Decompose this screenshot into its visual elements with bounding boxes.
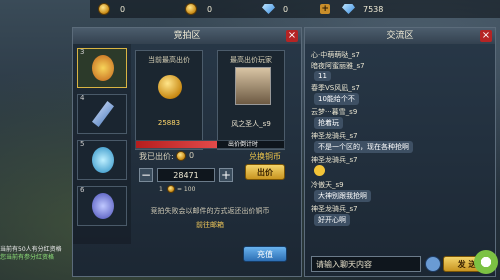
highest-player-name: 风之圣人_s9: [231, 120, 271, 128]
coin-counter-2: 0: [185, 3, 212, 15]
go-to-mailbox-link[interactable]: 前往邮箱: [135, 220, 285, 230]
app-logo: [470, 246, 500, 280]
chat-bubble: 好开心啊: [314, 214, 350, 226]
chat-bubble: 不是一个区的，现在各种抢啊: [314, 141, 413, 153]
coin-icon: [167, 185, 175, 193]
chat-sender: 心·中萌萌哒_s7: [311, 51, 360, 59]
my-bid-label: 我已出价:: [139, 152, 174, 161]
exchange-copper-link[interactable]: 兑换铜币: [249, 151, 281, 162]
axe-item-icon: [92, 101, 114, 127]
chat-sender: 神圣龙骑兵_s7: [311, 132, 358, 140]
coin-icon: [158, 75, 182, 99]
coin-value-2: 0: [207, 4, 213, 14]
my-bid-value: 0: [189, 151, 195, 160]
crystal-item-icon: [92, 147, 114, 173]
chat-sender: 暗夜阿蜜丽雅_s7: [311, 62, 365, 70]
highest-player-card: 最高出价玩家 风之圣人_s9: [217, 50, 285, 150]
decrease-button[interactable]: −: [139, 168, 153, 182]
gem-value-1: 0: [283, 4, 289, 14]
close-auction-button[interactable]: ×: [286, 30, 298, 42]
gem-counter-2: 7538: [342, 3, 383, 15]
highest-player-label: 最高出价玩家: [230, 56, 272, 64]
countdown-fill: [136, 141, 218, 148]
chat-message-list[interactable]: 心·中萌萌哒_s7 暗夜阿蜜丽雅_s7 11 春季VS风凪_s7 10能给个不 …: [311, 48, 489, 253]
bid-button[interactable]: 出价: [245, 164, 285, 180]
orb-item-icon: [92, 55, 114, 81]
chat-bubble: 11: [314, 71, 331, 81]
chat-title: 交流区: [305, 28, 495, 44]
dividend-notice: 当前有50人有分红资格 您当前有参分红资格: [0, 246, 70, 262]
item-slot-6[interactable]: 6: [77, 186, 127, 226]
item-slot-4[interactable]: 4: [77, 94, 127, 134]
slot-number: 6: [80, 186, 85, 194]
slot-number: 3: [80, 48, 85, 56]
resource-bar: 0 0 0 + 7538: [90, 0, 500, 18]
rate-value: = 100: [177, 186, 196, 193]
countdown-bar: 出价倒计时: [135, 140, 285, 149]
coin-value-1: 0: [120, 4, 126, 14]
item-list[interactable]: 3 4 5 6: [73, 44, 131, 244]
slot-number: 4: [80, 94, 85, 102]
chat-sender: 神圣龙骑兵_s7: [311, 205, 358, 213]
highest-bid-card: 当前最高出价 25883: [135, 50, 203, 150]
chat-bubble: 抢着玩: [314, 117, 343, 129]
chat-panel: 交流区 × 心·中萌萌哒_s7 暗夜阿蜜丽雅_s7 11 春季VS风凪_s7 1…: [304, 27, 496, 277]
chat-bubble: 大神别跟我抢啊: [314, 190, 371, 202]
add-gem-button[interactable]: +: [320, 4, 331, 14]
diamond-icon: [342, 4, 355, 14]
coin-icon: [176, 151, 186, 161]
mail-info-text: 竞拍失败会以邮件的方式返还出价铜币: [150, 207, 270, 215]
increase-button[interactable]: +: [219, 168, 233, 182]
gem-value-2: 7538: [363, 4, 384, 14]
gem-icon: [262, 4, 275, 14]
chat-input[interactable]: 请输入聊天内容: [311, 256, 421, 272]
highest-bid-value: 25883: [157, 119, 181, 127]
chat-sender: 冷傲天_s9: [311, 181, 344, 189]
coin-icon: [185, 3, 197, 15]
item-slot-3[interactable]: 3: [77, 48, 127, 88]
countdown-text: 出价倒计时: [228, 141, 259, 148]
rate-amount: 1: [159, 186, 163, 193]
chat-bubble: 10能给个不: [314, 93, 359, 105]
recharge-button[interactable]: 充值: [243, 246, 287, 262]
highest-bid-label: 当前最高出价: [148, 56, 190, 64]
dividend-line-2: 您当前有参分红资格: [0, 254, 55, 261]
emoji-button[interactable]: [425, 256, 441, 272]
coin-counter-1: 0: [98, 3, 125, 15]
emoji-icon: [314, 165, 325, 176]
slot-number: 5: [80, 140, 85, 148]
chat-sender: 神圣龙骑兵_s7: [311, 156, 358, 164]
logo-icon: [474, 250, 498, 274]
player-avatar: [235, 67, 271, 105]
gem-item-icon: [92, 193, 114, 219]
close-chat-button[interactable]: ×: [480, 30, 492, 42]
chat-sender: 云梦···暮雪_s9: [311, 108, 358, 116]
quantity-input[interactable]: 28471: [157, 168, 215, 182]
chat-sender: 春季VS风凪_s7: [311, 84, 360, 92]
gem-counter-1: 0 +: [262, 3, 331, 15]
item-slot-5[interactable]: 5: [77, 140, 127, 180]
auction-panel: 竞拍区 × 3 4 5 6 当前最高出价 25883 最高出价玩家 风之圣人_s…: [72, 27, 302, 277]
dividend-line-1: 当前有50人有分红资格: [0, 246, 62, 253]
auction-title: 竞拍区: [73, 28, 301, 44]
coin-icon: [98, 3, 110, 15]
